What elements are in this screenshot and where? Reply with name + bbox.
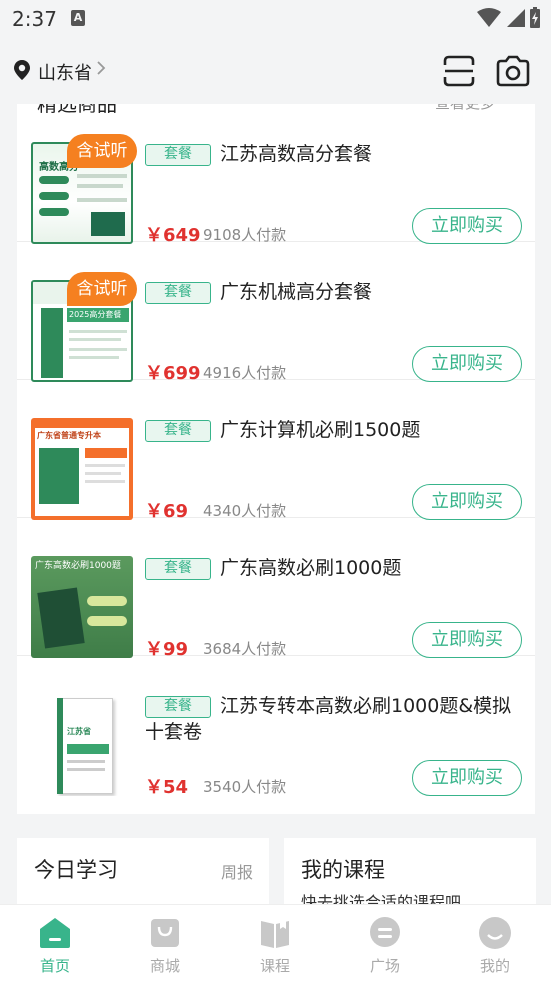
battery-icon [530,7,540,28]
tab-home[interactable]: 首页 [0,905,110,981]
home-icon [40,918,70,948]
product-item[interactable]: 高数高分 含试听 套餐 江苏高数高分套餐 ￥649 9108人付款 立即购买 [17,104,535,246]
package-tag: 套餐 [145,282,211,304]
status-indicators [477,7,541,29]
product-thumbnail: 广东高数必刷1000题 [31,556,133,658]
featured-goods-panel: 精选商品 查看更多 高数高分 含试听 套餐 江苏高数高分套餐 ￥649 9108… [17,104,535,814]
product-price: ￥54 [145,777,189,798]
scan-icon[interactable] [442,54,476,88]
product-thumbnail: 广东省普通专升本 [31,418,133,520]
location-selector[interactable]: 山东省 [38,59,92,85]
buy-now-button[interactable]: 立即购买 [412,208,522,244]
tab-label: 我的 [479,957,510,975]
my-courses-card[interactable]: 我的课程 快去挑选合适的课程吧 [284,838,536,912]
location-pin-icon [14,60,30,80]
my-courses-title: 我的课程 [301,858,385,882]
product-title: 江苏高数高分套餐 [220,143,373,165]
tab-course[interactable]: 课程 [220,905,330,981]
tab-label: 课程 [259,957,290,975]
package-tag: 套餐 [145,420,211,442]
weekly-report-link[interactable]: 周报 [221,859,253,883]
chevron-right-icon [97,61,106,75]
today-learning-title: 今日学习 [34,858,118,882]
product-thumbnail: 江苏省 [31,694,133,796]
buy-now-button[interactable]: 立即购买 [412,622,522,658]
wifi-icon [477,8,501,27]
thumbnail-text: 广东高数必刷1000题 [35,561,121,571]
tab-label: 广场 [369,957,400,975]
top-bar: 山东省 [0,38,551,104]
tab-profile[interactable]: 我的 [440,905,550,981]
buy-now-button[interactable]: 立即购买 [412,484,522,520]
thumbnail-text: 江苏省 [67,727,91,736]
tab-shop[interactable]: 商城 [110,905,220,981]
shop-icon [151,919,179,947]
bottom-tab-bar: 首页 商城 课程 广场 我的 [0,904,551,981]
product-item[interactable]: 广东省普通专升本 套餐 广东计算机必刷1500题 ￥69 4340人付款 立即购… [17,380,535,522]
buy-now-button[interactable]: 立即购买 [412,760,522,796]
package-tag: 套餐 [145,558,211,580]
trial-badge: 含试听 [67,272,137,306]
product-title: 广东机械高分套餐 [220,281,373,303]
product-item[interactable]: 广东高数必刷1000题 套餐 广东高数必刷1000题 ￥99 3684人付款 立… [17,518,535,660]
product-sold-count: 3540人付款 [203,778,287,796]
notification-icon: A [71,10,85,26]
buy-now-button[interactable]: 立即购买 [412,346,522,382]
thumbnail-text: 2025高分套餐 [69,310,122,319]
course-icon [261,921,289,948]
camera-icon[interactable] [495,54,531,88]
thumbnail-text: 广东省普通专升本 [37,431,101,440]
tab-label: 首页 [39,957,70,975]
product-title: 广东计算机必刷1500题 [220,419,421,441]
today-learning-card[interactable]: 今日学习 周报 [17,838,269,908]
trial-badge: 含试听 [67,134,137,168]
tab-label: 商城 [149,957,180,975]
product-title: 广东高数必刷1000题 [220,557,402,579]
product-title: 江苏专转本高数必刷1000题&模拟十套卷 [145,695,512,743]
tab-square[interactable]: 广场 [330,905,440,981]
status-time: 2:37 [12,7,57,31]
profile-icon [479,917,511,949]
square-icon [370,917,400,947]
signal-icon [507,9,525,27]
product-item[interactable]: 2025高分套餐 含试听 套餐 广东机械高分套餐 ￥699 4916人付款 立即… [17,242,535,384]
product-item[interactable]: 江苏省 套餐 江苏专转本高数必刷1000题&模拟十套卷 ￥54 3540人付款 … [17,656,535,798]
package-tag: 套餐 [145,144,211,166]
status-bar: 2:37 A [0,0,551,38]
